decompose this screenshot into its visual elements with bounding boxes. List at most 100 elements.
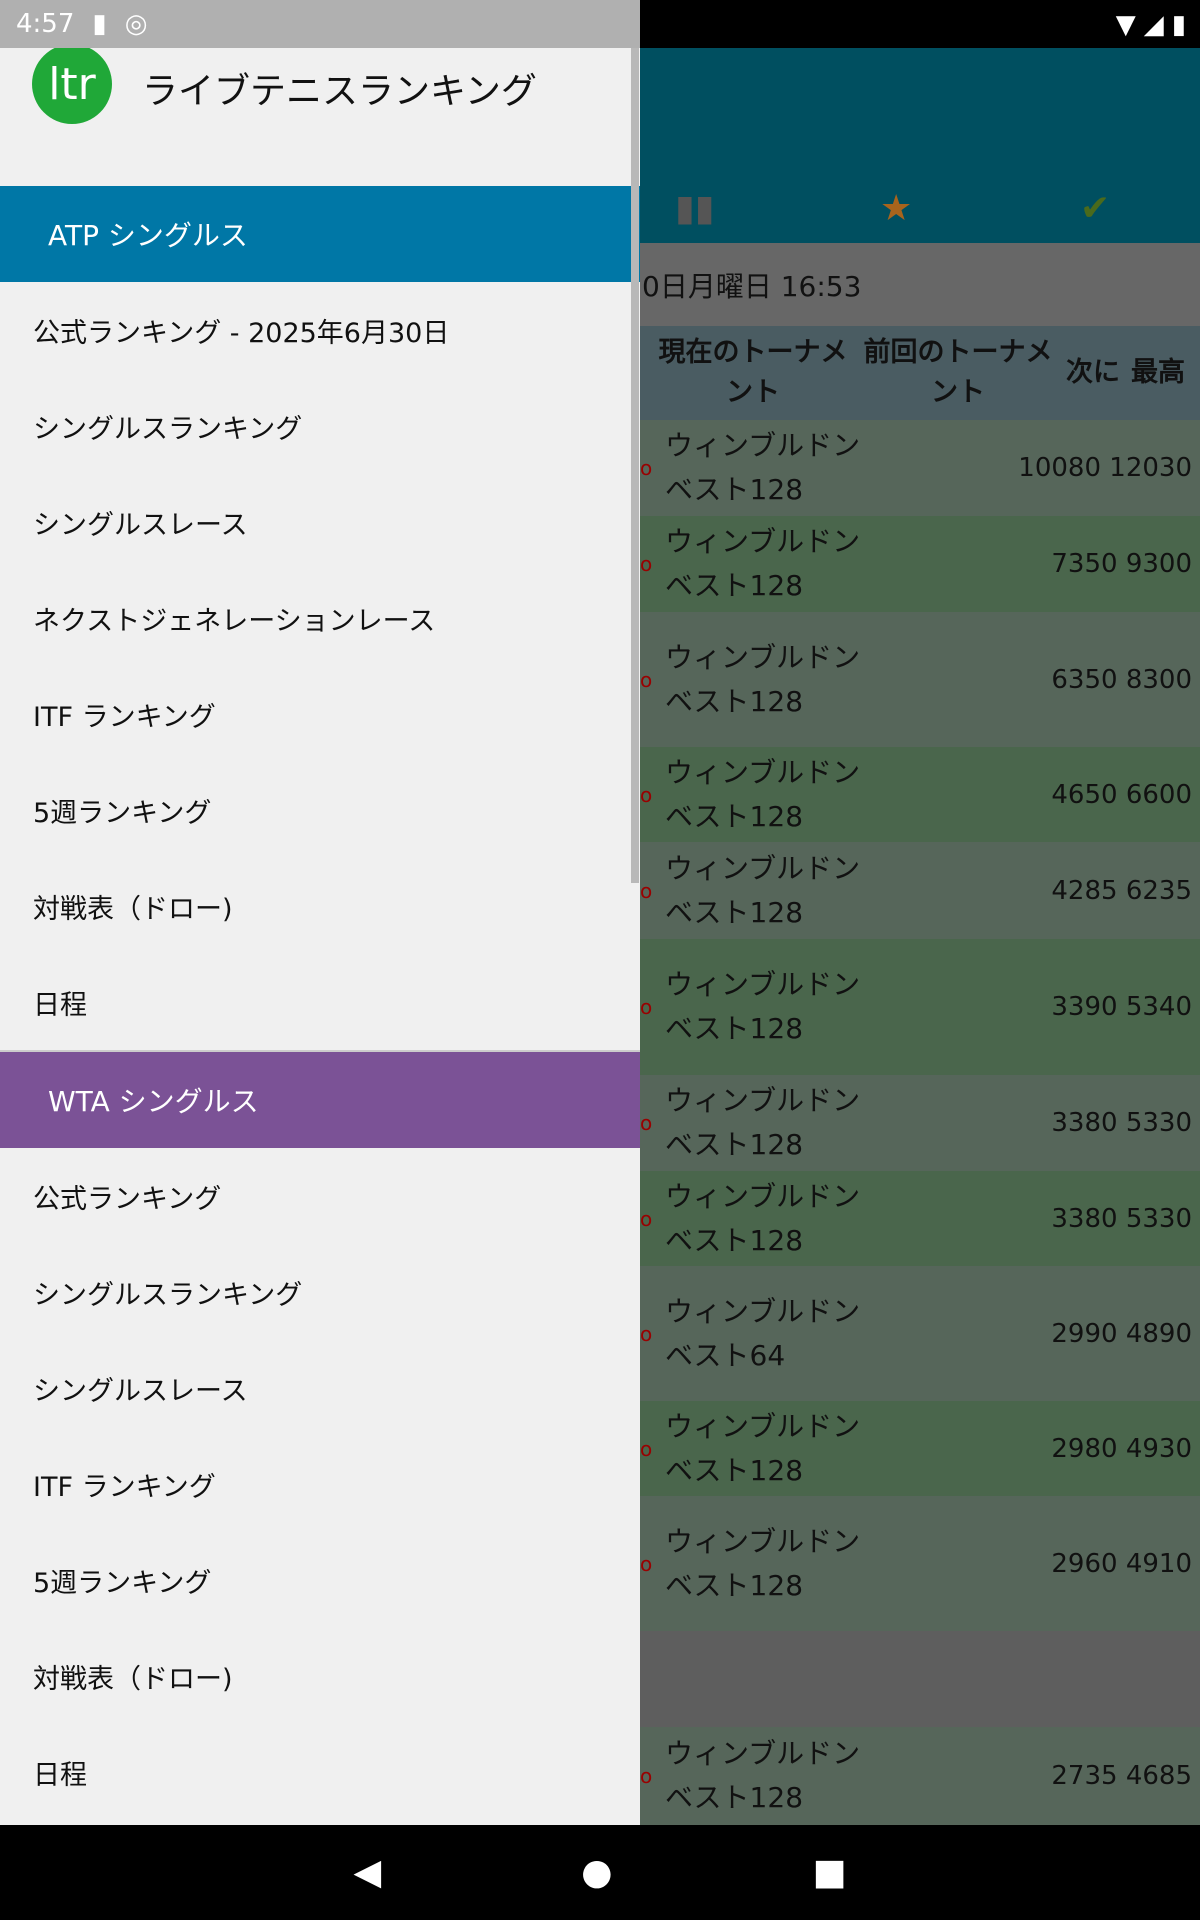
current-tournament: ウィンブルドン ベスト128 [665, 851, 861, 929]
wifi-icon: ▼ [1115, 10, 1136, 40]
current-tournament: ウィンブルドン ベスト128 [665, 640, 861, 718]
drawer-item-wta[interactable]: 日程 [0, 1724, 640, 1820]
current-tournament: ウィンブルドン ベスト128 [665, 1409, 861, 1487]
table-row[interactable]: o ウィンブルドン ベスト128 3380 5330 [640, 1171, 1200, 1266]
next-points: 7350 [1051, 549, 1118, 579]
drawer-item-atp[interactable]: 公式ランキング - 2025年6月30日 [0, 282, 640, 378]
current-tournament: ウィンブルドン ベスト128 [665, 1524, 861, 1602]
current-tournament: ウィンブルドン ベスト128 [665, 429, 861, 506]
points: 2990 4890 [865, 1319, 1200, 1349]
navigation-drawer: ltr ライブテニスランキング ATP シングルス 公式ランキング - 2025… [0, 48, 640, 1825]
battery-icon: ▮ [1171, 10, 1186, 40]
toolbar: ▮▮ ★ ✔ [640, 48, 1200, 243]
drawer-item-atp[interactable]: ITF ランキング [0, 666, 640, 762]
drawer-item-atp[interactable]: ネクストジェネレーションレース [0, 570, 640, 666]
max-points: 9300 [1125, 549, 1192, 579]
points: 3380 5330 [865, 1204, 1200, 1234]
rank-change-marker: o [640, 1551, 653, 1576]
app-logo: ltr [32, 48, 112, 124]
max-points: 4910 [1125, 1548, 1192, 1579]
max-points: 12030 [1109, 453, 1192, 483]
points: 2980 4930 [865, 1434, 1200, 1464]
scrollbar[interactable] [631, 48, 639, 883]
max-points: 8300 [1125, 664, 1192, 695]
current-tournament: ウィンブルドン ベスト128 [665, 1179, 861, 1257]
max-points: 4685 [1125, 1761, 1192, 1791]
section-wta-singles[interactable]: WTA シングルス [0, 1052, 640, 1148]
rank-change-marker: o [640, 1321, 653, 1346]
table-row[interactable] [640, 1631, 1200, 1727]
points: 2735 4685 [865, 1761, 1200, 1791]
current-tournament: ウィンブルドン ベスト128 [665, 968, 861, 1045]
home-icon[interactable]: ● [581, 1852, 612, 1893]
flag-icon[interactable]: ▮▮ [675, 188, 715, 229]
max-points: 6600 [1125, 779, 1192, 810]
table-row[interactable]: o ウィンブルドン ベスト128 7350 9300 [640, 516, 1200, 612]
drawer-item-atp[interactable]: 対戦表（ドロー) [0, 858, 640, 954]
table-row[interactable]: o ウィンブルドン ベスト128 10080 12030 [640, 420, 1200, 516]
drawer-item-atp[interactable]: シングルスレース [0, 474, 640, 570]
next-points: 3380 [1051, 1203, 1118, 1234]
back-icon[interactable]: ◀ [353, 1852, 381, 1893]
signal-icon: ◢ [1143, 10, 1164, 40]
section-atp-singles[interactable]: ATP シングルス [0, 186, 640, 282]
rank-change-marker: o [640, 878, 653, 903]
points: 7350 9300 [865, 549, 1200, 579]
table-row[interactable]: o ウィンブルドン ベスト128 2735 4685 [640, 1727, 1200, 1825]
drawer-item-atp[interactable]: 日程 [0, 954, 640, 1050]
table-row[interactable]: o ウィンブルドン ベスト128 6350 8300 [640, 612, 1200, 747]
rank-change-marker: o [640, 456, 653, 480]
drawer-item-wta[interactable]: 5週ランキング [0, 1532, 640, 1628]
table-row[interactable]: o ウィンブルドン ベスト128 3380 5330 [640, 1075, 1200, 1171]
col-max: 最高 [1131, 357, 1185, 388]
drawer-item-wta[interactable]: ITF ランキング [0, 1436, 640, 1532]
max-points: 5330 [1125, 1203, 1192, 1234]
table-row[interactable]: o ウィンブルドン ベスト128 2980 4930 [640, 1401, 1200, 1496]
star-icon[interactable]: ★ [880, 188, 912, 229]
current-tournament: ウィンブルドン ベスト128 [665, 1084, 861, 1161]
rank-change-marker: o [640, 1764, 653, 1788]
next-points: 6350 [1051, 664, 1118, 695]
next-points: 2990 [1051, 1318, 1118, 1349]
next-points: 4285 [1051, 875, 1118, 906]
points: 2960 4910 [865, 1549, 1200, 1579]
next-points: 2735 [1051, 1761, 1118, 1791]
drawer-item-atp[interactable]: 5週ランキング [0, 762, 640, 858]
table-row[interactable]: o ウィンブルドン ベスト128 2960 4910 [640, 1496, 1200, 1631]
sync-icon: ◎ [124, 9, 148, 39]
table-row[interactable]: o ウィンブルドン ベスト128 4650 6600 [640, 747, 1200, 842]
current-tournament: ウィンブルドン ベスト128 [665, 755, 861, 833]
max-points: 5340 [1125, 992, 1192, 1022]
next-points: 2960 [1051, 1548, 1118, 1579]
points: 3390 5340 [865, 992, 1200, 1022]
current-tournament: ウィンブルドン ベスト128 [665, 525, 861, 602]
drawer-item-wta[interactable]: シングルスランキング [0, 1244, 640, 1340]
points: 4285 6235 [865, 876, 1200, 906]
rank-change-marker: o [640, 1111, 653, 1135]
check-icon[interactable]: ✔ [1080, 188, 1110, 229]
max-points: 6235 [1125, 875, 1192, 906]
current-tournament: ウィンブルドン ベスト128 [665, 1737, 861, 1814]
points: 4650 6600 [865, 780, 1200, 810]
drawer-item-wta[interactable]: 公式ランキング [0, 1148, 640, 1244]
next-points: 3380 [1051, 1108, 1118, 1138]
next-points: 10080 [1018, 453, 1102, 483]
recents-icon[interactable]: ■ [813, 1852, 847, 1893]
rank-change-marker: o [640, 667, 653, 692]
sd-card-icon: ▮ [92, 9, 107, 39]
clock: 4:57 [16, 9, 75, 39]
drawer-item-wta[interactable]: シングルスレース [0, 1340, 640, 1436]
col-previous: 前回のトーナメント [863, 337, 1053, 408]
table-row[interactable]: o ウィンブルドン ベスト128 3390 5340 [640, 939, 1200, 1075]
points: 10080 12030 [865, 453, 1200, 483]
drawer-item-wta[interactable]: 対戦表（ドロー) [0, 1628, 640, 1724]
points: 6350 8300 [865, 665, 1200, 695]
rank-change-marker: o [640, 1436, 653, 1461]
drawer-item-atp[interactable]: シングルスランキング [0, 378, 640, 474]
table-row[interactable]: o ウィンブルドン ベスト128 4285 6235 [640, 842, 1200, 939]
navigation-bar: ◀ ● ■ [0, 1825, 1200, 1920]
rank-change-marker: o [640, 552, 653, 576]
table-row[interactable]: o ウィンブルドン ベスト64 2990 4890 [640, 1266, 1200, 1401]
max-points: 4890 [1125, 1318, 1192, 1349]
next-points: 4650 [1051, 779, 1118, 810]
